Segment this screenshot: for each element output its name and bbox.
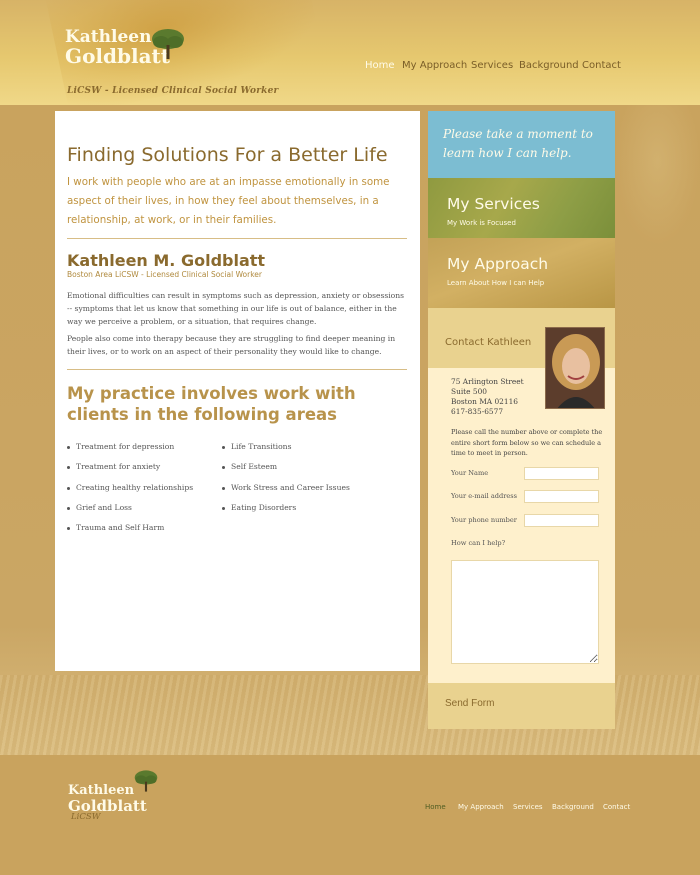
list-item: Self Esteem (222, 462, 350, 482)
portrait-image (546, 328, 604, 408)
footer-nav-background[interactable]: Background (552, 803, 594, 811)
nav-contact[interactable]: Contact (582, 60, 621, 71)
name-heading: Kathleen M. Goldblatt (67, 251, 266, 270)
form-instructions: Please call the number above or complete… (451, 428, 603, 457)
site-footer: Kathleen Goldblatt LiCSW Home My Approac… (0, 755, 700, 875)
phone-field[interactable] (524, 514, 599, 527)
nav-services[interactable]: Services (471, 60, 513, 71)
services-title: My Services (447, 195, 540, 213)
list-item: Creating healthy relationships (67, 483, 193, 503)
list-item: Grief and Loss (67, 503, 193, 523)
footer-logo-tagline: LiCSW (71, 812, 101, 822)
help-banner: Please take a moment to learn how I can … (428, 111, 615, 178)
help-label: How can I help? (451, 539, 506, 547)
phone-number: 617-835-6577 (451, 407, 504, 416)
email-field[interactable] (524, 490, 599, 503)
page-title: Finding Solutions For a Better Life (67, 144, 388, 166)
phone-label: Your phone number (451, 516, 517, 524)
paragraph: Emotional difficulties can result in sym… (67, 291, 405, 326)
address-line: Boston MA 02116 (451, 397, 518, 406)
message-textarea[interactable] (451, 560, 599, 664)
footer-nav-my-approach[interactable]: My Approach (458, 803, 504, 811)
nav-home[interactable]: Home (365, 60, 395, 71)
areas-list-left: Treatment for depression Treatment for a… (67, 442, 193, 543)
address-line: 75 Arlington Street (451, 377, 524, 386)
paragraph: People also come into therapy because th… (67, 334, 396, 356)
list-item: Eating Disorders (222, 503, 350, 523)
logo-tagline: LiCSW - Licensed Clinical Social Worker (67, 86, 279, 96)
approach-title: My Approach (447, 255, 549, 273)
divider (67, 369, 407, 370)
email-label: Your e-mail address (451, 492, 518, 500)
main-content: Finding Solutions For a Better Life I wo… (55, 111, 420, 671)
footer-nav-contact[interactable]: Contact (603, 803, 630, 811)
profile-photo (545, 327, 605, 409)
list-item: Treatment for anxiety (67, 462, 193, 482)
services-link[interactable]: My Services My Work is Focused (428, 178, 615, 238)
divider (67, 238, 407, 239)
services-subtitle: My Work is Focused (447, 219, 516, 227)
site-header: Kathleen Goldblatt LiCSW - Licensed Clin… (0, 0, 700, 105)
list-item: Work Stress and Career Issues (222, 483, 350, 503)
nav-my-approach[interactable]: My Approach (402, 60, 467, 71)
nav-background[interactable]: Background (519, 60, 579, 71)
list-item: Treatment for depression (67, 442, 193, 462)
list-item: Trauma and Self Harm (67, 523, 193, 543)
sidebar: Please take a moment to learn how I can … (428, 111, 615, 729)
send-form-label: Send Form (445, 698, 495, 709)
contact-title: Contact Kathleen (445, 337, 532, 348)
address-line: Suite 500 (451, 387, 487, 396)
send-form-button[interactable]: Send Form (428, 683, 615, 729)
footer-nav-home[interactable]: Home (425, 803, 446, 811)
approach-link[interactable]: My Approach Learn About How I can Help (428, 238, 615, 308)
areas-list-right: Life Transitions Self Esteem Work Stress… (222, 442, 350, 523)
list-item: Life Transitions (222, 442, 350, 462)
tree-icon (152, 29, 184, 59)
tree-icon (134, 770, 158, 792)
approach-subtitle: Learn About How I can Help (447, 279, 545, 287)
name-label: Your Name (451, 469, 489, 477)
name-field[interactable] (524, 467, 599, 480)
banner-text: Please take a moment to learn how I can … (443, 127, 593, 160)
name-subline: Boston Area LiCSW - Licensed Clinical So… (67, 270, 262, 279)
practice-heading: My practice involves work with clients i… (67, 384, 356, 424)
leaf-decoration (615, 105, 700, 245)
contact-address: 75 Arlington Street Suite 500 Boston MA … (451, 377, 524, 417)
footer-nav-services[interactable]: Services (513, 803, 543, 811)
intro-text: I work with people who are at an impasse… (67, 176, 390, 226)
